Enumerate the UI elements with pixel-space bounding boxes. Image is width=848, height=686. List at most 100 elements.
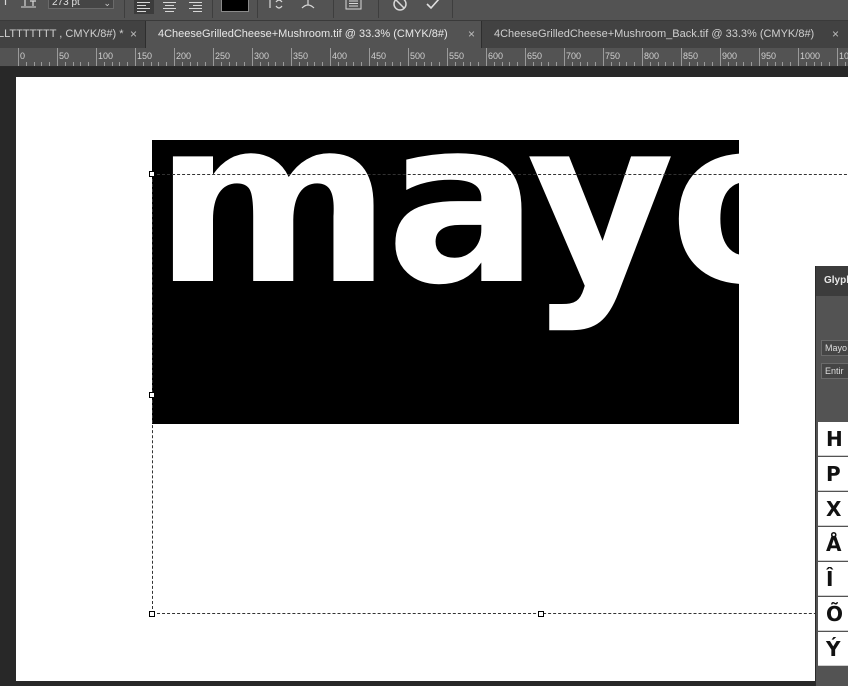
ruler-minor-tick bbox=[33, 62, 35, 66]
ruler-tick bbox=[837, 48, 838, 66]
ruler-minor-tick bbox=[548, 62, 550, 66]
glyphs-panel: Glyph Mayo Entir H P X Å Î Õ Ý bbox=[815, 266, 848, 686]
ruler-minor-tick bbox=[25, 62, 27, 66]
font-size-icon bbox=[20, 0, 38, 9]
ruler-minor-tick bbox=[696, 62, 698, 66]
ruler-minor-tick bbox=[353, 62, 355, 66]
ruler-minor-tick bbox=[790, 62, 792, 66]
ruler-minor-tick bbox=[509, 62, 511, 66]
transform-handle[interactable] bbox=[149, 171, 155, 177]
ruler-minor-tick bbox=[322, 62, 324, 66]
paragraph-panel-icon[interactable] bbox=[345, 0, 363, 11]
close-icon[interactable]: × bbox=[832, 21, 839, 48]
ruler-tick bbox=[369, 48, 370, 66]
ruler-minor-tick bbox=[111, 62, 113, 66]
tab-label: 4CheeseGrilledCheese+Mushroom_Back.tif @… bbox=[494, 28, 815, 40]
text-bounding-box[interactable] bbox=[152, 174, 848, 614]
ruler-minor-tick bbox=[306, 62, 308, 66]
ruler-tick bbox=[525, 48, 526, 66]
ruler-minor-tick bbox=[127, 62, 129, 66]
ruler-minor-tick bbox=[618, 62, 620, 66]
ruler-minor-tick bbox=[259, 62, 261, 66]
close-icon[interactable]: × bbox=[468, 21, 475, 48]
ruler-label: 250 bbox=[215, 51, 231, 61]
ruler-minor-tick bbox=[415, 62, 417, 66]
ruler-minor-tick bbox=[829, 62, 831, 66]
ruler-minor-tick bbox=[376, 62, 378, 66]
ruler-minor-tick bbox=[314, 62, 316, 66]
document-canvas[interactable]: mayo bbox=[16, 77, 848, 681]
ruler-tick bbox=[174, 48, 175, 66]
ruler-minor-tick bbox=[774, 62, 776, 66]
warp-text-icon[interactable] bbox=[265, 0, 285, 12]
ruler-minor-tick bbox=[712, 62, 714, 66]
glyph-cell[interactable]: P bbox=[818, 457, 848, 491]
glyph-cell[interactable]: Î bbox=[818, 562, 848, 596]
glyph-cell[interactable]: Ý bbox=[818, 632, 848, 666]
ruler-minor-tick bbox=[634, 62, 636, 66]
ruler-minor-tick bbox=[181, 62, 183, 66]
ruler-minor-tick bbox=[493, 62, 495, 66]
font-size-field[interactable]: 273 pt ⌄ bbox=[48, 0, 114, 9]
horizontal-ruler[interactable]: 0 50 100 150 200 250 300 350 400 450 500 550 600 650 7… bbox=[0, 48, 848, 67]
glyph-cell[interactable]: X bbox=[818, 492, 848, 526]
ruler-label: 150 bbox=[137, 51, 153, 61]
ruler-minor-tick bbox=[400, 62, 402, 66]
transform-handle[interactable] bbox=[149, 611, 155, 617]
show-filter-field[interactable]: Entir bbox=[821, 363, 848, 379]
ruler-tick bbox=[759, 48, 760, 66]
ruler-minor-tick bbox=[688, 62, 690, 66]
canvas-area[interactable]: mayo bbox=[0, 67, 848, 681]
ruler-minor-tick bbox=[345, 62, 347, 66]
glyph-cell[interactable]: Õ bbox=[818, 597, 848, 631]
font-family-field[interactable]: Mayo bbox=[821, 340, 848, 356]
ruler-minor-tick bbox=[49, 62, 51, 66]
ruler-label: 200 bbox=[176, 51, 192, 61]
document-tab-bar: LLTTTTTTT , CMYK/8#) * × 4CheeseGrilledC… bbox=[0, 21, 848, 48]
glyphs-panel-title[interactable]: Glyph bbox=[816, 266, 848, 296]
align-left-button[interactable] bbox=[134, 0, 154, 14]
document-tab[interactable]: LLTTTTTTT , CMYK/8#) * × bbox=[0, 21, 146, 48]
ruler-minor-tick bbox=[665, 62, 667, 66]
ruler-minor-tick bbox=[743, 62, 745, 66]
font-size-value: 273 pt bbox=[52, 0, 80, 8]
chevron-down-icon[interactable]: ⌄ bbox=[103, 0, 111, 10]
document-tab-active[interactable]: 4CheeseGrilledCheese+Mushroom.tif @ 33.3… bbox=[146, 21, 482, 48]
text-color-swatch[interactable] bbox=[221, 0, 249, 12]
ruler-tick bbox=[408, 48, 409, 66]
align-center-button[interactable] bbox=[160, 0, 180, 14]
ruler-tick bbox=[642, 48, 643, 66]
ruler-minor-tick bbox=[657, 62, 659, 66]
close-icon[interactable]: × bbox=[130, 21, 137, 48]
text-orientation-icon[interactable] bbox=[2, 0, 10, 8]
transform-handle[interactable] bbox=[538, 611, 544, 617]
cancel-icon[interactable] bbox=[391, 0, 409, 12]
ruler-label: 600 bbox=[488, 51, 504, 61]
commit-check-icon[interactable] bbox=[424, 0, 442, 12]
ruler-minor-tick bbox=[470, 62, 472, 66]
ruler-minor-tick bbox=[228, 62, 230, 66]
ruler-minor-tick bbox=[517, 62, 519, 66]
align-right-button[interactable] bbox=[186, 0, 206, 14]
document-tab[interactable]: 4CheeseGrilledCheese+Mushroom_Back.tif @… bbox=[482, 21, 848, 48]
ruler-minor-tick bbox=[275, 62, 277, 66]
character-panel-icon[interactable] bbox=[298, 0, 318, 12]
glyph-cell[interactable]: Å bbox=[818, 527, 848, 561]
ruler-minor-tick bbox=[571, 62, 573, 66]
ruler-minor-tick bbox=[337, 62, 339, 66]
ruler-minor-tick bbox=[103, 62, 105, 66]
ruler-minor-tick bbox=[727, 62, 729, 66]
ruler-minor-tick bbox=[244, 62, 246, 66]
ruler-minor-tick bbox=[119, 62, 121, 66]
ruler-minor-tick bbox=[283, 62, 285, 66]
ruler-minor-tick bbox=[587, 62, 589, 66]
ruler-label: 800 bbox=[644, 51, 660, 61]
ruler-minor-tick bbox=[236, 62, 238, 66]
ruler-minor-tick bbox=[220, 62, 222, 66]
ruler-minor-tick bbox=[298, 62, 300, 66]
glyph-cell[interactable]: H bbox=[818, 422, 848, 456]
ruler-tick bbox=[330, 48, 331, 66]
ruler-tick bbox=[57, 48, 58, 66]
ruler-minor-tick bbox=[579, 62, 581, 66]
transform-handle[interactable] bbox=[149, 392, 155, 398]
